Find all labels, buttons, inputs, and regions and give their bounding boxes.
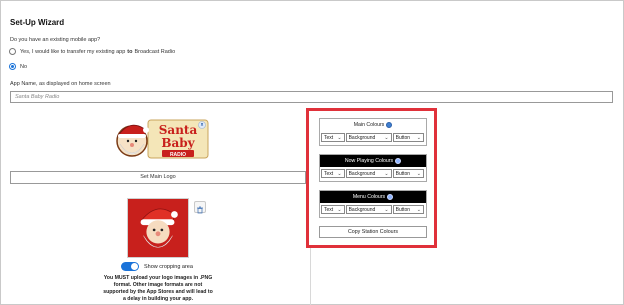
show-cropping-label: Show cropping area	[144, 263, 193, 270]
main-background-select-label: Background	[348, 134, 376, 141]
app-icon-image	[127, 198, 189, 258]
chevron-down-icon: ⌄	[384, 170, 389, 177]
radio-yes-button[interactable]	[9, 48, 16, 55]
main-text-colour-select[interactable]: Text ⌄	[321, 133, 345, 142]
main-button-colour-select[interactable]: Button ⌄	[392, 133, 424, 142]
menu-background-colour-select[interactable]: Background ⌄	[345, 205, 392, 214]
radio-no-label: No	[20, 63, 28, 70]
set-main-logo-button[interactable]: Set Main Logo	[10, 171, 306, 184]
main-colour-swatch[interactable]	[386, 122, 393, 128]
now-playing-text-select-label: Text	[324, 170, 334, 177]
chevron-down-icon: ⌄	[337, 170, 342, 177]
menu-text-colour-select[interactable]: Text ⌄	[321, 205, 345, 214]
app-name-input[interactable]: Santa Baby Radio	[10, 91, 613, 103]
radio-yes-label-suffix: Broadcast Radio	[134, 48, 176, 55]
menu-colour-swatch[interactable]	[387, 194, 394, 200]
cropping-toggle-row[interactable]: Show cropping area	[121, 262, 193, 271]
menu-background-select-label: Background	[348, 206, 376, 213]
radio-yes-label-bold: to	[127, 48, 133, 55]
pin-icon[interactable]	[198, 121, 206, 129]
menu-colours-group: Menu Colours Text ⌄ Background ⌄ Button ⌄	[319, 190, 427, 218]
delete-image-button[interactable]	[194, 201, 206, 214]
main-text-select-label: Text	[324, 134, 334, 141]
logo-text-radio: RADIO	[170, 152, 186, 158]
now-playing-background-colour-select[interactable]: Background ⌄	[345, 169, 392, 178]
main-colours-header: Main Colours	[320, 119, 426, 131]
chevron-down-icon: ⌄	[416, 206, 421, 213]
main-colours-group: Main Colours Text ⌄ Background ⌄ Button ⌄	[319, 118, 427, 146]
now-playing-button-colour-select[interactable]: Button ⌄	[392, 169, 424, 178]
page-title: Set-Up Wizard	[10, 18, 65, 27]
main-colours-title: Main Colours	[353, 122, 385, 128]
santa-baby-radio-logo: Santa Baby RADIO	[116, 119, 209, 159]
now-playing-colours-group: Now Playing Colours Text ⌄ Background ⌄ Bu…	[319, 154, 427, 182]
logo-text-baby: Baby	[161, 136, 195, 150]
chevron-down-icon: ⌄	[337, 206, 342, 213]
menu-button-select-label: Button	[395, 206, 411, 213]
trash-icon	[197, 206, 203, 214]
radio-option-yes[interactable]: Yes, I would like to transfer my existin…	[9, 48, 175, 55]
now-playing-colours-header: Now Playing Colours	[320, 155, 426, 167]
main-button-select-label: Button	[395, 134, 411, 141]
menu-text-select-label: Text	[324, 206, 334, 213]
chevron-down-icon: ⌄	[416, 134, 421, 141]
existing-app-question: Do you have an existing mobile app?	[10, 37, 101, 43]
logo-text-santa: Santa	[159, 123, 198, 137]
radio-option-no[interactable]: No	[9, 63, 27, 70]
now-playing-colours-title: Now Playing Colours	[344, 158, 394, 164]
now-playing-background-select-label: Background	[348, 170, 376, 177]
chevron-down-icon: ⌄	[416, 170, 421, 177]
chevron-down-icon: ⌄	[337, 134, 342, 141]
radio-yes-label-prefix: Yes, I would like to transfer my existin…	[20, 48, 126, 55]
now-playing-colour-swatch[interactable]	[395, 158, 402, 164]
main-background-colour-select[interactable]: Background ⌄	[345, 133, 392, 142]
menu-colours-title: Menu Colours	[352, 194, 386, 200]
now-playing-button-select-label: Button	[395, 170, 411, 177]
colour-settings-panel: Main Colours Text ⌄ Background ⌄ Button ⌄ N…	[306, 108, 437, 248]
show-cropping-toggle[interactable]	[121, 262, 139, 271]
copy-station-colours-button[interactable]: Copy Station Colours	[319, 226, 427, 238]
now-playing-text-colour-select[interactable]: Text ⌄	[321, 169, 345, 178]
app-name-label: App Name, as displayed on home screen	[10, 81, 111, 87]
png-format-notice: You MUST upload your logo images in .PNG…	[103, 275, 213, 302]
chevron-down-icon: ⌄	[384, 206, 389, 213]
radio-no-button[interactable]	[9, 63, 16, 70]
chevron-down-icon: ⌄	[384, 134, 389, 141]
menu-colours-header: Menu Colours	[320, 191, 426, 203]
menu-button-colour-select[interactable]: Button ⌄	[392, 205, 424, 214]
